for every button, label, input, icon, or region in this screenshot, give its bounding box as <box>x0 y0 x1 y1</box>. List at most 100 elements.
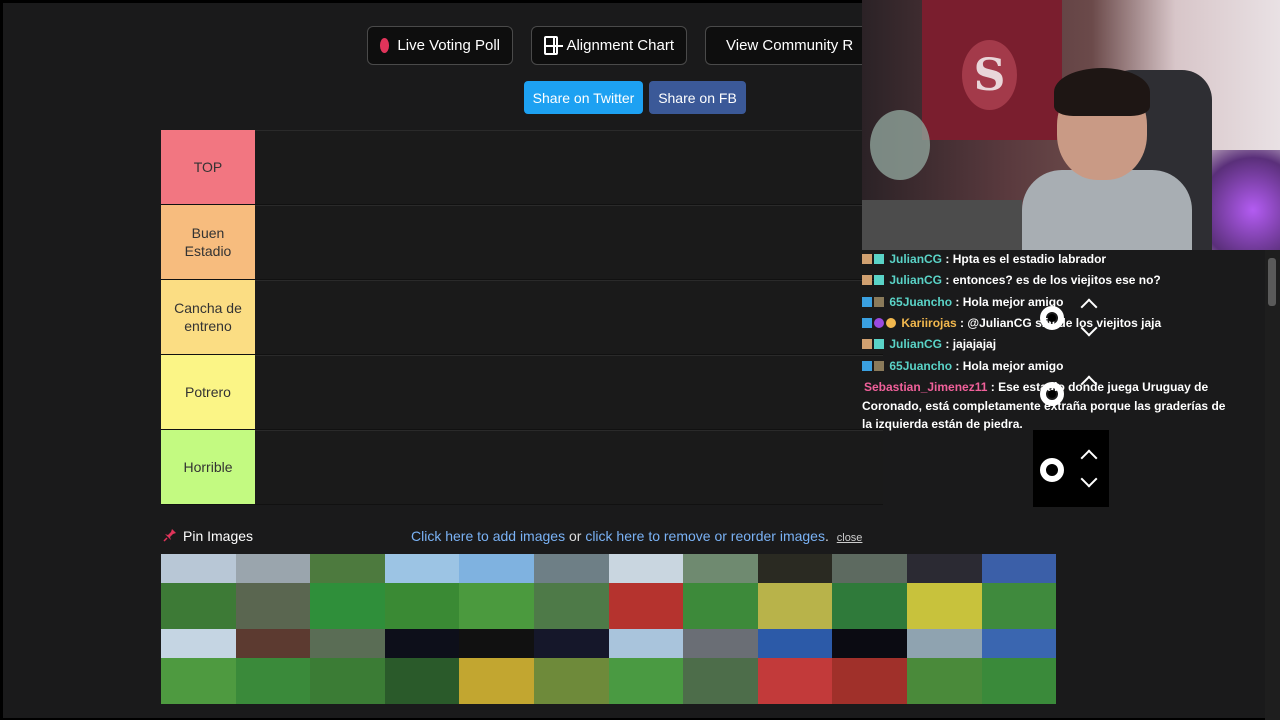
tier-drop-zone[interactable] <box>255 205 883 279</box>
scrollbar[interactable] <box>1265 250 1280 720</box>
close-link[interactable]: close <box>837 532 863 544</box>
gear-icon[interactable] <box>1040 382 1064 406</box>
stadium-image[interactable] <box>235 554 311 629</box>
badge-icon <box>874 275 884 285</box>
share-fb-button[interactable]: Share on FB <box>649 81 746 114</box>
tier-drop-zone[interactable] <box>255 280 883 354</box>
remove-reorder-link[interactable]: click here to remove or reorder images <box>585 528 825 544</box>
stadium-image[interactable] <box>533 554 609 629</box>
badge-icon <box>862 275 872 285</box>
chat-text: : Hpta es el estadio labrador <box>942 252 1107 266</box>
badge-icon <box>874 339 884 349</box>
gear-icon[interactable] <box>1040 306 1064 330</box>
tier-row: Cancha de entreno <box>161 280 883 355</box>
badge-icon <box>874 254 884 264</box>
badge-icon <box>874 361 884 371</box>
chat-message: JulianCG : entonces? es de los viejitos … <box>862 272 1161 289</box>
stadium-image[interactable] <box>310 629 385 704</box>
share-twitter-button[interactable]: Share on Twitter <box>524 81 643 114</box>
chat-message: 65Juancho : Hola mejor amigo <box>862 294 1063 311</box>
chat-message: Kariirojas : @JulianCG siiii de los viej… <box>862 315 1161 332</box>
grid-icon <box>544 36 564 55</box>
share-fb-label: Share on FB <box>658 89 737 106</box>
badge-icon <box>874 297 884 307</box>
tier-drop-zone[interactable] <box>255 430 883 504</box>
add-images-link[interactable]: Click here to add images <box>411 528 565 544</box>
badge-icon <box>862 318 872 328</box>
chat-message: 65Juancho : Hola mejor amigo <box>862 358 1063 375</box>
stadium-image[interactable] <box>683 629 758 704</box>
chat-username: Sebastian_Jimenez11 <box>864 380 988 394</box>
stadium-image[interactable] <box>161 554 236 629</box>
tier-row: Potrero <box>161 355 883 430</box>
stadium-image[interactable] <box>757 629 833 704</box>
stadium-image[interactable] <box>235 629 311 704</box>
period-text: . <box>824 528 829 544</box>
alignment-chart-button[interactable]: Alignment Chart <box>531 26 687 65</box>
stadium-image[interactable] <box>832 629 907 704</box>
view-community-button[interactable]: View Community R <box>705 26 865 65</box>
tier-label-top[interactable]: TOP <box>161 130 255 204</box>
chat-message: JulianCG : Hpta es el estadio labrador <box>862 251 1106 268</box>
tier-drop-zone[interactable] <box>255 355 883 429</box>
chat-message: JulianCG : jajajajaj <box>862 336 996 353</box>
chat-username: JulianCG <box>889 337 943 351</box>
tier-label-potrero[interactable]: Potrero <box>161 355 255 429</box>
streamer-hair <box>1054 68 1150 116</box>
stadium-image[interactable] <box>608 554 684 629</box>
tier-list: TOP Buen Estadio Cancha de entreno Potre… <box>161 130 883 505</box>
stadium-image[interactable] <box>906 554 982 629</box>
stadium-image[interactable] <box>981 554 1057 629</box>
flag-emblem: S <box>962 40 1017 110</box>
desk <box>862 200 1022 250</box>
stream-chat: JulianCG : Hpta es el estadio labrador J… <box>862 250 1262 440</box>
webcam-overlay: S <box>862 0 1280 250</box>
chat-username: 65Juancho <box>889 359 953 373</box>
chat-username: 65Juancho <box>889 295 953 309</box>
stadium-image[interactable] <box>832 554 907 629</box>
desk-fan <box>870 110 930 180</box>
alignment-chart-label: Alignment Chart <box>566 37 674 54</box>
streamer-shirt <box>1022 170 1192 250</box>
image-actions-text: Click here to add images or click here t… <box>411 528 862 544</box>
pushpin-icon <box>163 529 176 542</box>
scrollbar-thumb[interactable] <box>1268 258 1276 306</box>
share-twitter-label: Share on Twitter <box>532 89 635 106</box>
pin-images-checkbox-label[interactable]: Pin Images <box>183 528 253 544</box>
stadium-image[interactable] <box>384 629 460 704</box>
badge-icon <box>862 297 872 307</box>
tier-row: Buen Estadio <box>161 205 883 280</box>
chat-username: JulianCG <box>889 252 943 266</box>
stadium-image[interactable] <box>384 554 460 629</box>
badge-icon <box>862 339 872 349</box>
red-dot-icon <box>380 38 390 53</box>
stadium-image[interactable] <box>310 554 385 629</box>
badge-icon <box>874 318 884 328</box>
stadium-image[interactable] <box>757 554 833 629</box>
tier-drop-zone[interactable] <box>255 130 883 204</box>
stadium-image[interactable] <box>459 629 534 704</box>
view-community-label: View Community R <box>726 37 854 54</box>
image-gallery <box>161 554 1057 704</box>
chat-text: : jajajajaj <box>942 337 997 351</box>
tier-label-cancha-de-entreno[interactable]: Cancha de entreno <box>161 280 255 354</box>
pin-images-row: Pin Images Click here to add images or c… <box>161 526 1061 548</box>
stadium-image[interactable] <box>459 554 534 629</box>
live-voting-poll-label: Live Voting Poll <box>397 37 500 54</box>
stadium-image[interactable] <box>906 629 982 704</box>
stadium-image[interactable] <box>981 629 1057 704</box>
badge-icon <box>886 318 896 328</box>
chat-username: Kariirojas <box>901 316 957 330</box>
gear-icon[interactable] <box>1040 458 1064 482</box>
or-text: or <box>565 528 586 544</box>
live-voting-poll-button[interactable]: Live Voting Poll <box>367 26 513 65</box>
tier-row: Horrible <box>161 430 883 505</box>
tier-label-buen-estadio[interactable]: Buen Estadio <box>161 205 255 279</box>
stadium-image[interactable] <box>683 554 758 629</box>
stadium-image[interactable] <box>608 629 684 704</box>
stadium-image[interactable] <box>533 629 609 704</box>
tier-label-horrible[interactable]: Horrible <box>161 430 255 504</box>
badge-icon <box>862 254 872 264</box>
stadium-image[interactable] <box>161 629 236 704</box>
badge-icon <box>862 361 872 371</box>
